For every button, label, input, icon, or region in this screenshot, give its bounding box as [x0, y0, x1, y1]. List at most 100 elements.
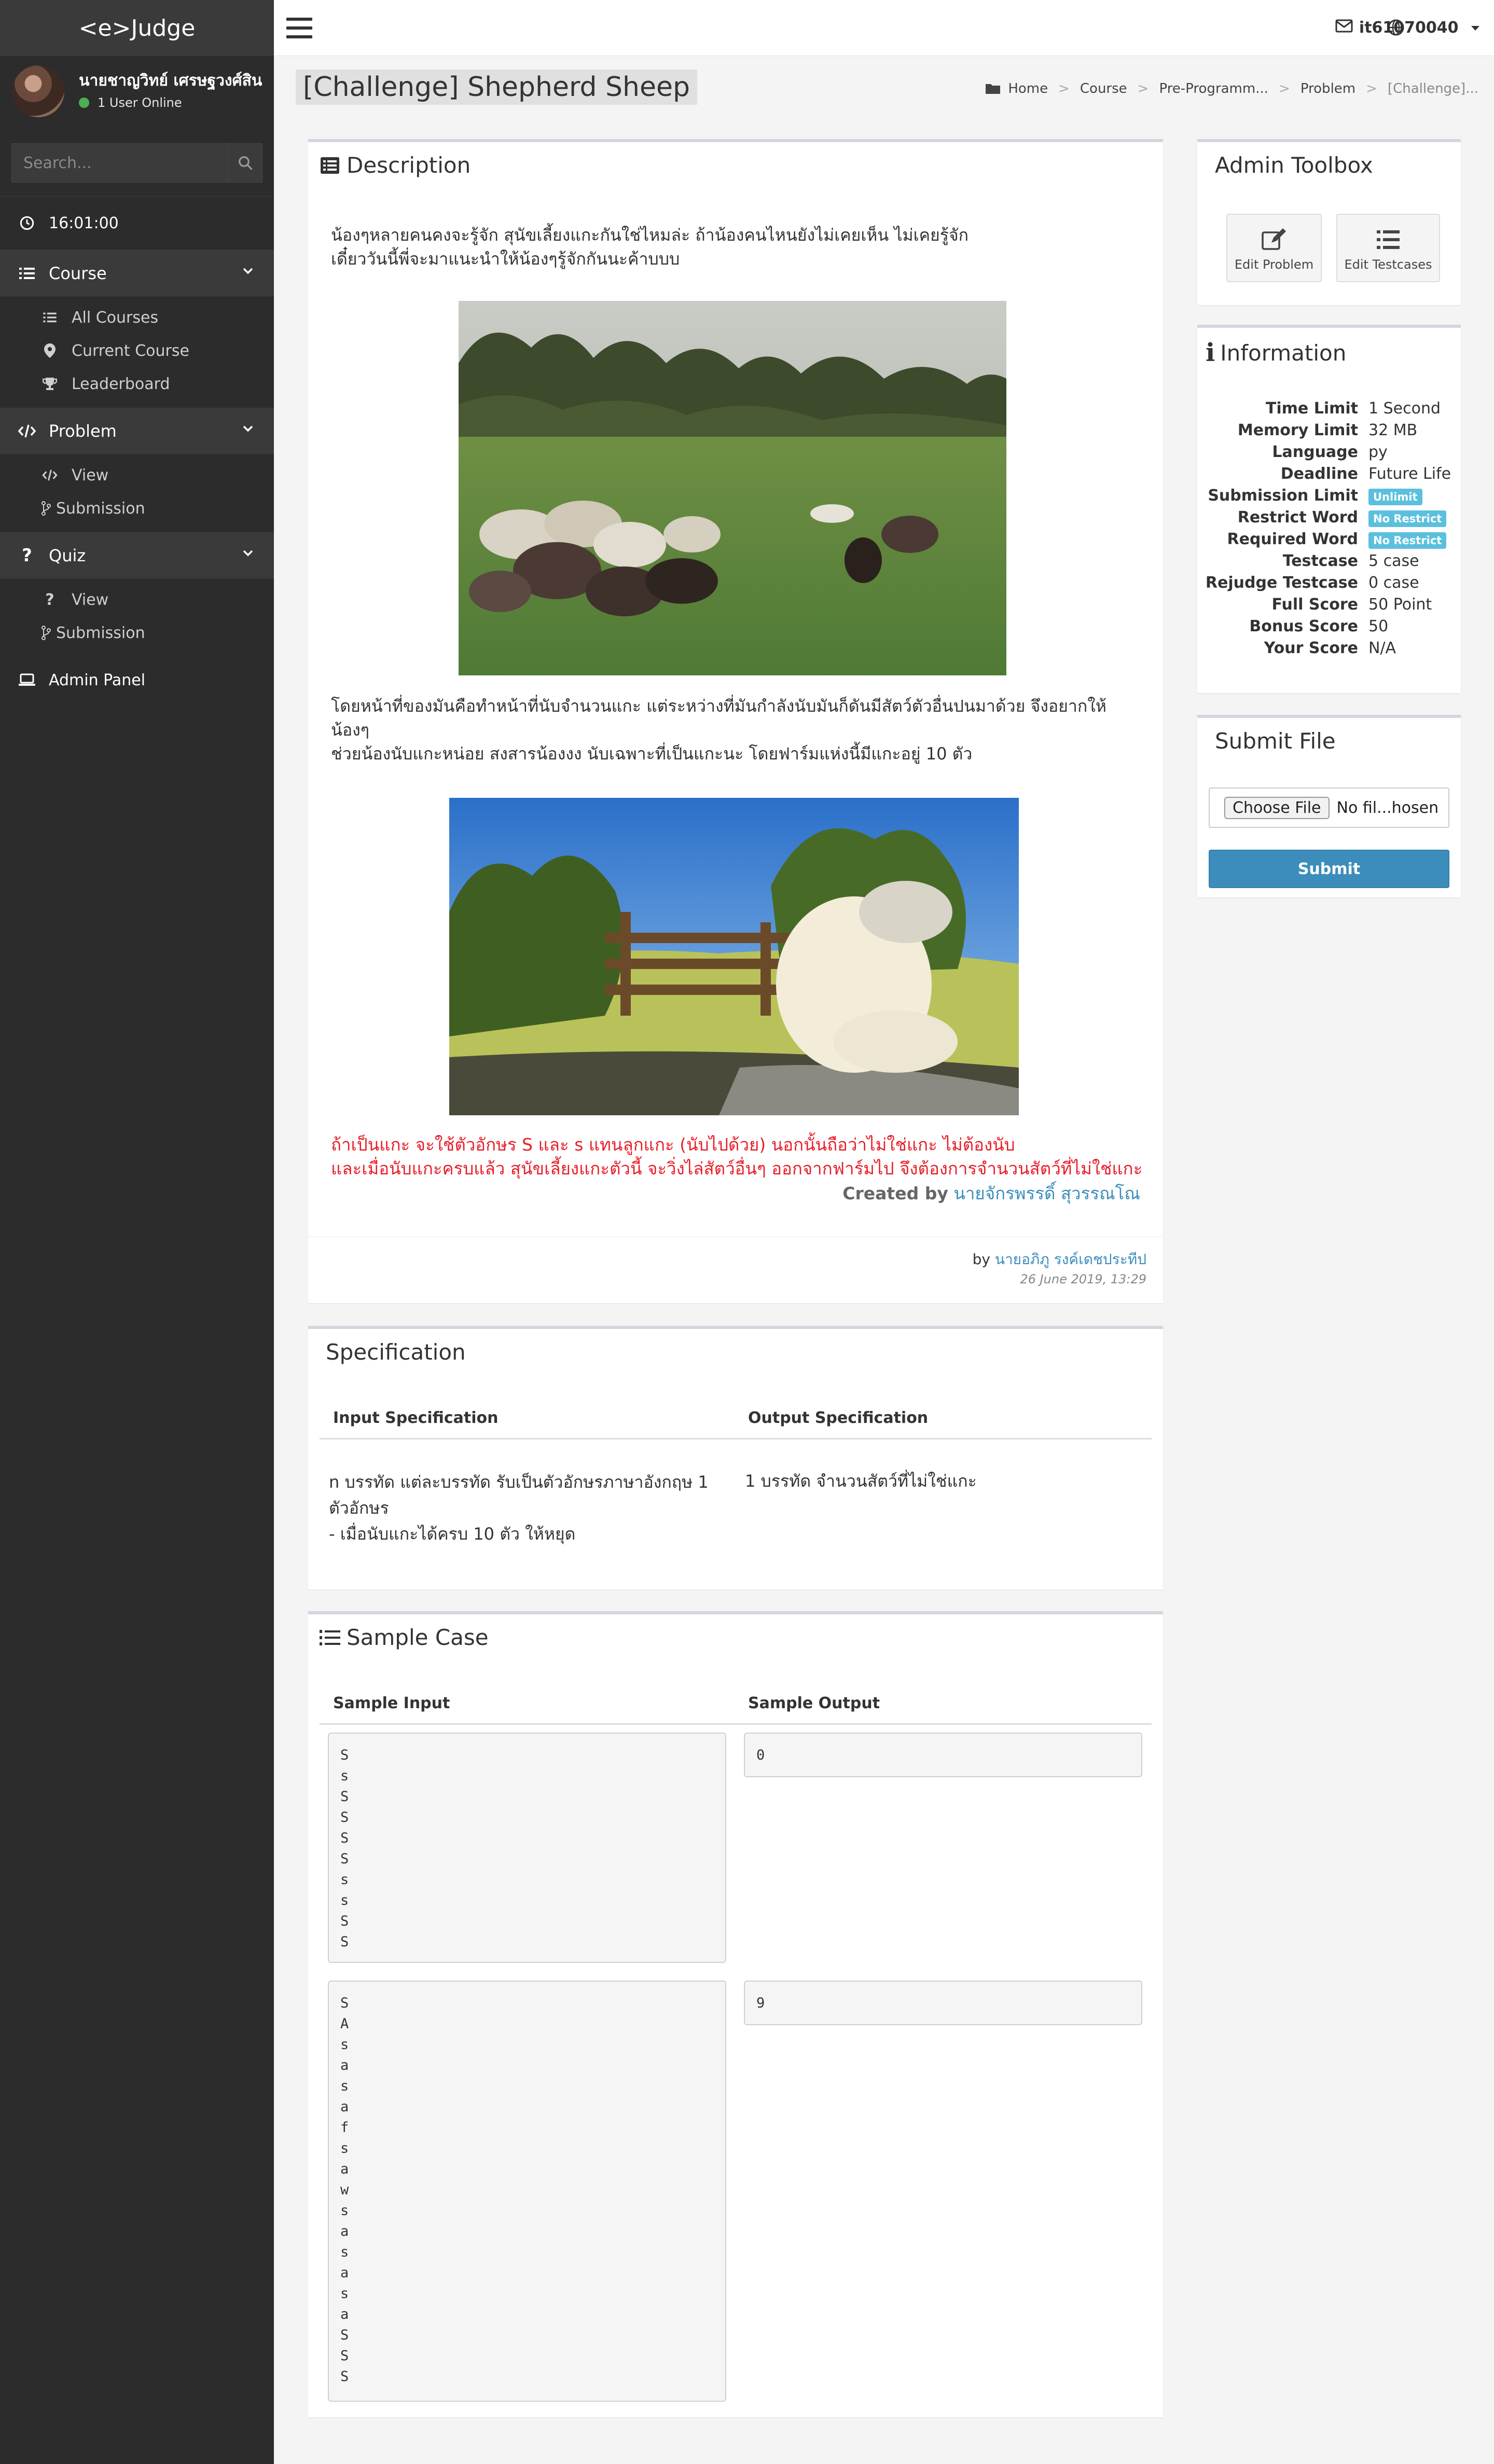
info-label: Testcase [1282, 552, 1358, 570]
file-status: No fil...hosen [1336, 798, 1439, 817]
avatar [12, 65, 64, 117]
sidebar-item-problem-view[interactable]: View [0, 459, 274, 492]
clock-icon [18, 214, 36, 232]
information-title: Information [1220, 340, 1347, 366]
sidebar-item-problem-submission[interactable]: Submission [0, 492, 274, 525]
sidebar-course[interactable]: Course [0, 250, 274, 297]
sidebar-item-current-course[interactable]: Current Course [0, 334, 274, 367]
edit-icon [1262, 228, 1286, 250]
submit-file-box: Submit File Choose File No fil...hosen S… [1197, 715, 1461, 897]
spec-header-divider [320, 1438, 1152, 1439]
edit-testcases-button[interactable]: Edit Testcases [1336, 214, 1440, 282]
info-row-your-score: Your Score N/A [1197, 639, 1461, 661]
code-branch-icon [40, 499, 52, 518]
specification-header: Specification [308, 1329, 1163, 1365]
submit-button[interactable]: Submit [1209, 850, 1449, 888]
sidebar-item-all-courses[interactable]: All Courses [0, 301, 274, 334]
status-badge: No Restrict [1368, 532, 1447, 549]
question-icon: ? [22, 545, 32, 566]
sidebar-item-quiz-submission[interactable]: Submission [0, 616, 274, 649]
info-row-required-word: Required Word No Restrict [1197, 530, 1461, 552]
search-input[interactable] [11, 143, 228, 183]
sidebar-item-quiz-view[interactable]: ? View [0, 583, 274, 616]
info-label: Memory Limit [1237, 421, 1358, 439]
breadcrumb-course[interactable]: Course [1080, 81, 1127, 96]
text-line: n บรรทัด แต่ละบรรทัด รับเป็นตัวอักษรภาษา… [329, 1472, 709, 1492]
breadcrumb-current: [Challenge]... [1387, 81, 1478, 96]
breadcrumb-problem[interactable]: Problem [1301, 81, 1355, 96]
menu-toggle-icon[interactable] [286, 18, 312, 38]
info-value: 5 case [1368, 552, 1419, 570]
sidebar-item-admin-panel[interactable]: Admin Panel [0, 657, 274, 703]
info-label: Time Limit [1265, 399, 1358, 418]
sample-header-divider [320, 1723, 1152, 1725]
list-ol-icon [320, 1627, 340, 1648]
sidebar-item-label: Submission [56, 499, 145, 518]
sample-output-2: 9 [744, 1981, 1142, 2025]
laptop-icon [18, 671, 36, 689]
description-red-notes: ถ้าเป็นแกะ จะใช้ตัวอักษร S และ s แทนลูกแ… [331, 1133, 1142, 1181]
info-value: 0 case [1368, 574, 1419, 592]
sample-case-box: Sample Case Sample Input Sample Output S… [308, 1611, 1163, 2417]
sample-output-header: Sample Output [748, 1694, 880, 1712]
info-row-full-score: Full Score 50 Point [1197, 596, 1461, 617]
info-label: Language [1272, 443, 1358, 461]
description-header: Description [308, 142, 1163, 178]
info-label: Full Score [1271, 596, 1358, 614]
page-title: [Challenge] Shepherd Sheep [296, 70, 697, 105]
text-line: ตัวอักษร [329, 1498, 389, 1518]
chevron-down-icon [243, 425, 253, 432]
author-link[interactable]: นายอภิภู รงค์เดชประทีป [995, 1251, 1146, 1268]
breadcrumb-home[interactable]: Home [1008, 81, 1048, 96]
info-row-rejudge-testcase: Rejudge Testcase 0 case [1197, 574, 1461, 596]
breadcrumb: Home > Course > Pre-Programm... > Proble… [985, 81, 1478, 96]
admin-toolbox-header: Admin Toolbox [1197, 142, 1461, 178]
edit-problem-button[interactable]: Edit Problem [1226, 214, 1322, 282]
sample-case-title: Sample Case [347, 1625, 489, 1650]
problem-submenu: View Submission [0, 454, 274, 532]
text-line: น้องๆ [331, 720, 369, 740]
file-input[interactable]: Choose File No fil...hosen [1209, 787, 1449, 828]
caret-down-icon [1471, 26, 1479, 31]
sidebar-item-leaderboard[interactable]: Leaderboard [0, 367, 274, 400]
info-value: 50 [1368, 617, 1389, 635]
created-by-name[interactable]: นายจักรพรรดิ์ สุวรรณโณ [953, 1183, 1140, 1203]
info-row-time-limit: Time Limit 1 Second [1197, 399, 1461, 421]
chevron-down-icon [243, 268, 253, 274]
breadcrumb-separator: > [1137, 81, 1149, 96]
sidebar-problem[interactable]: Problem [0, 408, 274, 454]
sidebar-problem-label: Problem [49, 421, 117, 441]
sample-case-header: Sample Case [308, 1614, 1163, 1650]
breadcrumb-pre-programming[interactable]: Pre-Programm... [1159, 81, 1268, 96]
list-alt-icon [320, 155, 340, 176]
info-row-testcase: Testcase 5 case [1197, 552, 1461, 574]
text-line: และเมื่อนับแกะครบแล้ว สุนัขเลี้ยงแกะตัวน… [331, 1158, 1143, 1179]
specification-box: Specification Input Specification Output… [308, 1326, 1163, 1589]
choose-file-button[interactable]: Choose File [1224, 796, 1330, 819]
breadcrumb-separator: > [1058, 81, 1070, 96]
sidebar-item-label: Current Course [72, 341, 189, 360]
sidebar-item-label: View [72, 466, 109, 485]
sample-output-1: 0 [744, 1733, 1142, 1777]
status-badge: Unlimit [1368, 489, 1422, 505]
text-line: - เมื่อนับแกะได้ครบ 10 ตัว ให้หยุด [329, 1524, 576, 1544]
code-icon [18, 422, 36, 440]
information-header: i Information [1197, 328, 1461, 367]
input-spec-header: Input Specification [333, 1409, 499, 1427]
submit-file-header: Submit File [1197, 718, 1461, 754]
info-icon: i [1206, 338, 1215, 367]
info-row-memory-limit: Memory Limit 32 MB [1197, 421, 1461, 443]
trophy-icon [40, 375, 59, 393]
sample-input-1: S s S S S S s s S S [328, 1733, 726, 1963]
course-submenu: All Courses Current Course Leaderboard [0, 297, 274, 408]
envelope-icon[interactable] [1335, 19, 1353, 33]
sidebar-course-label: Course [49, 263, 107, 283]
shaun-sheep-image [449, 798, 1019, 1115]
sidebar-quiz[interactable]: ? Quiz [0, 532, 274, 579]
info-value: 32 MB [1368, 421, 1418, 439]
brand-logo[interactable]: <e>Judge [0, 0, 274, 56]
description-title: Description [347, 153, 471, 178]
search-button[interactable] [228, 143, 262, 183]
quiz-submenu: ? View Submission [0, 579, 274, 657]
user-menu-toggle[interactable]: it61070040 [1359, 19, 1479, 37]
